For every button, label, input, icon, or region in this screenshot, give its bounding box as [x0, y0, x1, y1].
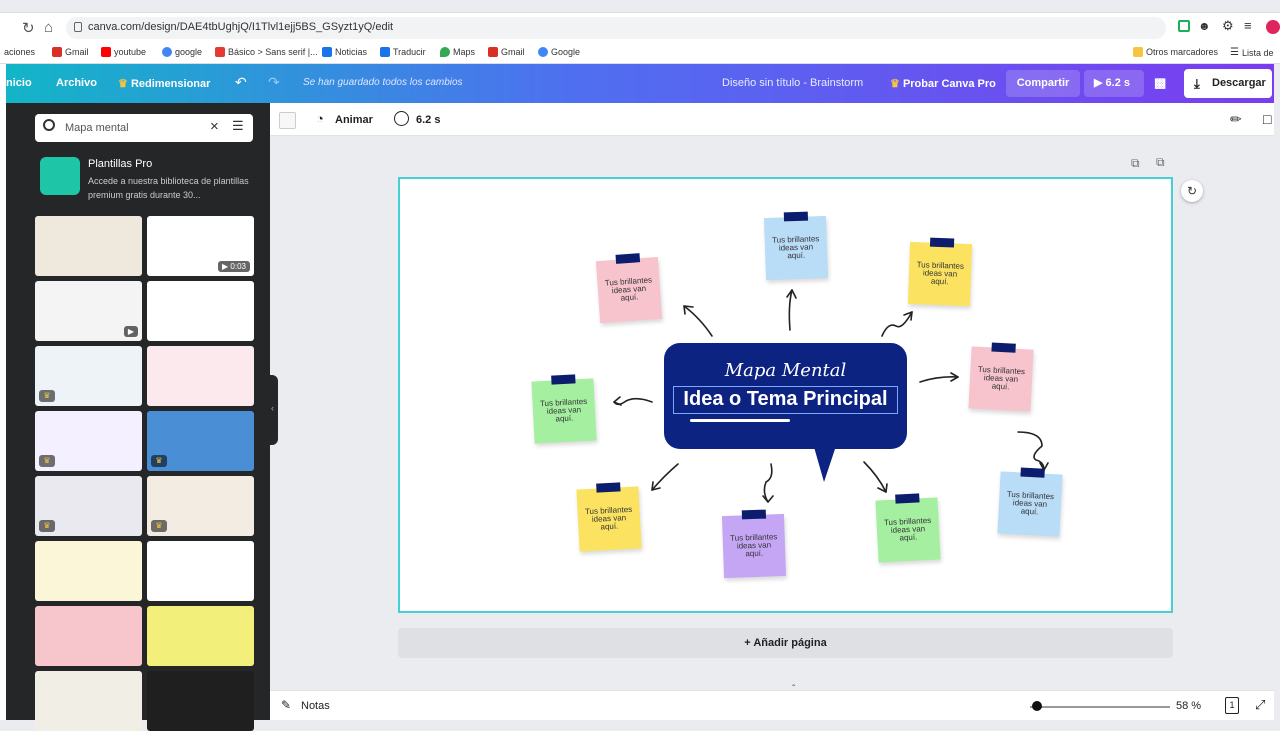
tape — [1020, 467, 1045, 478]
tape — [615, 253, 641, 264]
sticky-note[interactable]: Tus brillantes ideas van aquí. — [875, 493, 941, 563]
sticky-note-text[interactable]: Tus brillantes ideas van aquí. — [603, 275, 655, 303]
arrow-top[interactable] — [788, 289, 793, 331]
title-underline — [690, 419, 790, 422]
page-count-button[interactable]: 1 — [1225, 697, 1239, 714]
sticky-note[interactable]: Tus brillantes ideas van aquí. — [595, 253, 663, 324]
arrow-bottom-left[interactable] — [651, 463, 679, 491]
notes-icon: ✎ — [281, 698, 292, 712]
sticky-note[interactable]: Tus brillantes ideas van aquí. — [907, 237, 973, 307]
sticky-note-text[interactable]: Tus brillantes ideas van aquí. — [771, 234, 822, 261]
sticky-note-text[interactable]: Tus brillantes ideas van aquí. — [882, 516, 933, 544]
add-page-button[interactable]: + Añadir página — [398, 628, 1173, 658]
sticky-note[interactable]: Tus brillantes ideas van aquí. — [531, 374, 597, 444]
arrow-bottom-right-2[interactable] — [863, 461, 887, 493]
sticky-note-text[interactable]: Tus brillantes ideas van aquí. — [583, 505, 634, 533]
arrow-top-left[interactable] — [683, 305, 713, 337]
notes-button[interactable]: Notas — [301, 700, 330, 712]
tape — [783, 211, 809, 222]
arrow-bottom[interactable] — [763, 463, 773, 503]
sticky-note-text[interactable]: Tus brillantes ideas van aquí. — [915, 260, 966, 287]
arrow-top-right[interactable] — [881, 311, 913, 337]
arrowhead — [762, 495, 774, 503]
sticky-note[interactable]: Tus brillantes ideas van aquí. — [763, 211, 829, 281]
sticky-note-text[interactable]: Tus brillantes ideas van aquí. — [729, 532, 780, 559]
sticky-note[interactable]: Tus brillantes ideas van aquí. — [968, 342, 1034, 412]
bottom-bar: ✎ Notas 58 % 1 ⤢ — [270, 690, 1274, 720]
zoom-level[interactable]: 58 % — [1176, 700, 1201, 712]
tape — [596, 482, 621, 493]
sticky-note-text[interactable]: Tus brillantes ideas van aquí. — [1004, 490, 1055, 518]
script-title[interactable]: Mapa Mental — [664, 360, 907, 381]
tape — [741, 509, 767, 520]
tape — [929, 237, 955, 248]
tape — [991, 342, 1016, 353]
main-topic-text[interactable]: Idea o Tema Principal — [673, 386, 898, 414]
bubble-tail — [812, 440, 838, 482]
zoom-slider-handle[interactable] — [1032, 701, 1042, 711]
sticky-note[interactable]: Tus brillantes ideas van aquí. — [721, 509, 787, 579]
sticky-note[interactable]: Tus brillantes ideas van aquí. — [997, 467, 1063, 537]
tape — [895, 493, 920, 504]
sticky-note-text[interactable]: Tus brillantes ideas van aquí. — [538, 397, 589, 425]
zoom-slider[interactable] — [1030, 706, 1170, 708]
sticky-note[interactable]: Tus brillantes ideas van aquí. — [576, 482, 642, 552]
connector-arrows — [613, 289, 1049, 503]
arrow-left[interactable] — [613, 397, 653, 406]
tape — [551, 374, 576, 385]
sticky-note-text[interactable]: Tus brillantes ideas van aquí. — [975, 365, 1026, 393]
fullscreen-icon[interactable]: ⤢ — [1255, 697, 1265, 713]
